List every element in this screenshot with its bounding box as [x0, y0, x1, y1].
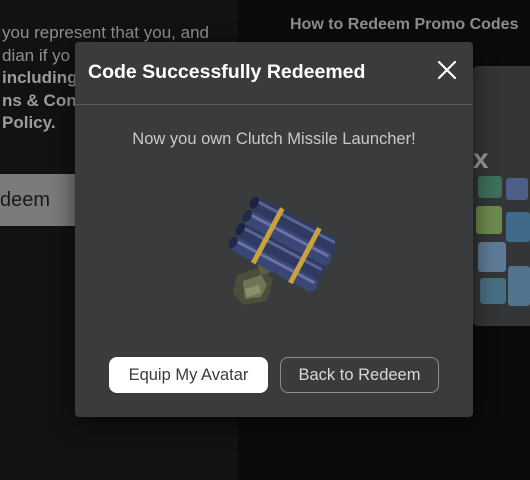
modal-title: Code Successfully Redeemed	[88, 61, 366, 83]
back-to-redeem-button[interactable]: Back to Redeem	[280, 357, 439, 393]
close-button[interactable]	[433, 56, 461, 84]
promo-tile	[478, 176, 502, 198]
equip-avatar-button[interactable]: Equip My Avatar	[109, 357, 268, 393]
promo-card-glyph: x	[473, 143, 489, 174]
promo-tile	[476, 206, 502, 234]
promo-tile	[508, 266, 530, 306]
promo-tile	[506, 212, 530, 242]
missile-launcher-image	[228, 197, 335, 305]
promo-tile	[478, 242, 506, 272]
promo-tile	[480, 278, 506, 304]
modal-divider	[75, 104, 473, 105]
success-message: Now you own Clutch Missile Launcher!	[132, 130, 416, 148]
redeem-success-modal: Code Successfully Redeemed Now you own C…	[75, 42, 473, 417]
close-icon	[437, 60, 457, 80]
promo-card[interactable]	[472, 66, 530, 326]
promo-tile	[506, 178, 528, 200]
how-to-redeem-heading: How to Redeem Promo Codes	[290, 16, 519, 33]
